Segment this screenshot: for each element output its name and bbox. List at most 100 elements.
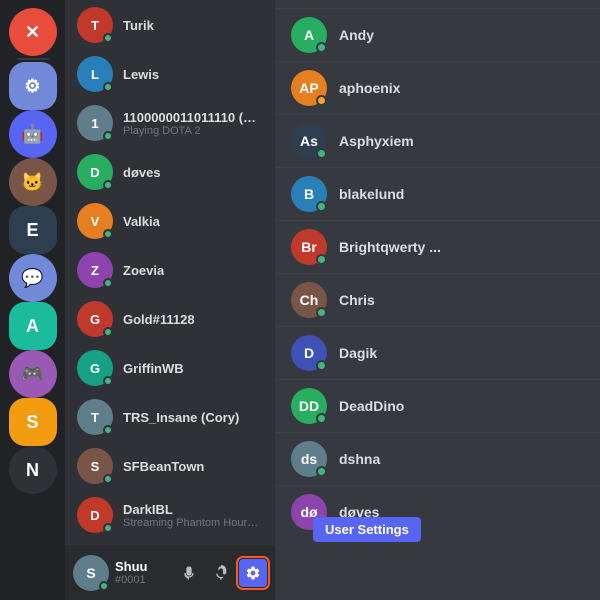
right-friend-info: Andy: [339, 27, 584, 43]
right-friend-name: blakelund: [339, 186, 584, 202]
friend-info: Gold#11128: [123, 312, 195, 327]
friend-list-item[interactable]: Ddøves: [69, 148, 271, 196]
right-friend-status-dot: [316, 307, 327, 318]
friend-status-dot: [103, 180, 113, 190]
right-friend-avatar-wrap: As: [291, 123, 327, 159]
friend-list-item[interactable]: G GriffinWB: [69, 344, 271, 392]
right-friend-info: dshna: [339, 451, 584, 467]
friend-list-item[interactable]: DDarkIBLStreaming Phantom Hourglass w: [69, 491, 271, 539]
right-friend-name: Asphyxiem: [339, 133, 584, 149]
right-friend-avatar-wrap: DD: [291, 388, 327, 424]
server-icon-cat[interactable]: 🐱: [9, 158, 57, 206]
friend-name: Gold#11128: [123, 312, 195, 327]
friend-status-dot: [103, 33, 113, 43]
right-friend-avatar-wrap: D: [291, 335, 327, 371]
friend-name: døves: [123, 165, 161, 180]
server-icon-discord1[interactable]: ⚙: [9, 62, 57, 110]
right-friend-item[interactable]: DD DeadDino: [275, 379, 600, 432]
server-icon-game[interactable]: 🎮: [9, 350, 57, 398]
friend-list-item[interactable]: G Gold#11128: [69, 295, 271, 343]
right-friend-avatar-wrap: ds: [291, 441, 327, 477]
friend-status-dot: [103, 523, 113, 533]
right-friend-item[interactable]: Br Brightqwerty ...: [275, 220, 600, 273]
right-friend-item[interactable]: As Asphyxiem: [275, 114, 600, 167]
right-friend-item[interactable]: AP aphoenix: [275, 61, 600, 114]
user-bar-avatar-wrap: S: [73, 555, 109, 591]
right-friends-list: AAndyAPaphoenixAsAsphyxiemBblakelundBrBr…: [275, 0, 600, 600]
friend-name: TRS_Insane (Cory): [123, 410, 239, 425]
friend-name: GriffinWB: [123, 361, 184, 376]
user-settings-tooltip: User Settings: [313, 517, 421, 542]
friend-name: Zoevia: [123, 263, 164, 278]
right-friend-status-dot: [316, 466, 327, 477]
right-friend-status-dot: [316, 95, 327, 106]
user-bar-tag: #0001: [115, 574, 169, 586]
friend-status-dot: [103, 474, 113, 484]
friend-avatar-wrap: L: [77, 56, 113, 92]
friend-list-item[interactable]: T TRS_Insane (Cory): [69, 393, 271, 441]
friend-status-dot: [103, 82, 113, 92]
server-icon-chat[interactable]: 💬: [9, 254, 57, 302]
friend-avatar-wrap: T: [77, 7, 113, 43]
right-friend-avatar-wrap: Br: [291, 229, 327, 265]
friend-list-item[interactable]: 11100000011011110 (CO...Playing DOTA 2: [69, 99, 271, 147]
right-friend-item[interactable]: Bblakelund: [275, 167, 600, 220]
friend-avatar-wrap: D: [77, 154, 113, 190]
friend-sub: Playing DOTA 2: [123, 125, 263, 137]
friend-info: Lewis: [123, 67, 159, 82]
friend-info: TRS_Insane (Cory): [123, 410, 239, 425]
server-icon-cross[interactable]: ✕: [9, 8, 57, 56]
server-icon-empyrean[interactable]: E: [9, 206, 57, 254]
right-friend-info: Dagik: [339, 345, 584, 361]
right-friend-status-dot: [316, 201, 327, 212]
server-icon-agents[interactable]: A: [9, 302, 57, 350]
friends-list: TTurik L Lewis 11100000011011110 (CO...Play…: [65, 0, 275, 545]
friend-avatar-wrap: Z: [77, 252, 113, 288]
user-status-dot: [99, 581, 109, 591]
right-friend-info: DeadDino: [339, 398, 584, 414]
friend-avatar-wrap: S: [77, 448, 113, 484]
right-friend-name: aphoenix: [339, 80, 584, 96]
user-settings-button[interactable]: [239, 559, 267, 587]
user-bar: User Settings S Shuu #0001: [65, 545, 275, 600]
friend-status-dot: [103, 425, 113, 435]
mute-button[interactable]: [175, 559, 203, 587]
friend-avatar-wrap: G: [77, 301, 113, 337]
friend-avatar-wrap: G: [77, 350, 113, 386]
friend-status-dot: [103, 131, 113, 141]
right-friend-name: Brightqwerty ...: [339, 239, 584, 255]
friend-info: SFBeanTown: [123, 459, 204, 474]
friend-avatar-wrap: V: [77, 203, 113, 239]
user-bar-info: Shuu #0001: [115, 559, 169, 586]
right-friend-info: aphoenix: [339, 80, 584, 96]
right-friend-name: dshna: [339, 451, 584, 467]
right-friend-info: Brightqwerty ...: [339, 239, 584, 255]
deafen-button[interactable]: [207, 559, 235, 587]
right-friend-status-dot: [316, 148, 327, 159]
friend-avatar-wrap: 1: [77, 105, 113, 141]
right-friend-item[interactable]: AAndy: [275, 8, 600, 61]
friend-info: døves: [123, 165, 161, 180]
friend-info: GriffinWB: [123, 361, 184, 376]
server-icon-n[interactable]: N: [9, 446, 57, 494]
friend-status-dot: [103, 229, 113, 239]
right-friend-name: Andy: [339, 27, 584, 43]
server-icon-bot[interactable]: 🤖: [9, 110, 57, 158]
friend-list-item[interactable]: TTurik: [69, 1, 271, 49]
right-friend-status-dot: [316, 360, 327, 371]
friend-list-item[interactable]: VValkia: [69, 197, 271, 245]
right-friend-info: Asphyxiem: [339, 133, 584, 149]
right-friend-item[interactable]: dsdshna: [275, 432, 600, 485]
right-friend-name: Dagik: [339, 345, 584, 361]
server-icon-sdv[interactable]: S: [9, 398, 57, 446]
friend-list-item[interactable]: L Lewis: [69, 50, 271, 98]
friend-list-item[interactable]: S SFBeanTown: [69, 442, 271, 490]
friend-avatar-wrap: T: [77, 399, 113, 435]
right-friend-avatar-wrap: AP: [291, 70, 327, 106]
right-friend-item[interactable]: D Dagik: [275, 326, 600, 379]
right-friend-name: Chris: [339, 292, 584, 308]
friend-list-item[interactable]: Z Zoevia: [69, 246, 271, 294]
friend-name: DarkIBL: [123, 502, 263, 517]
friend-status-dot: [103, 376, 113, 386]
right-friend-item[interactable]: ChChris: [275, 273, 600, 326]
